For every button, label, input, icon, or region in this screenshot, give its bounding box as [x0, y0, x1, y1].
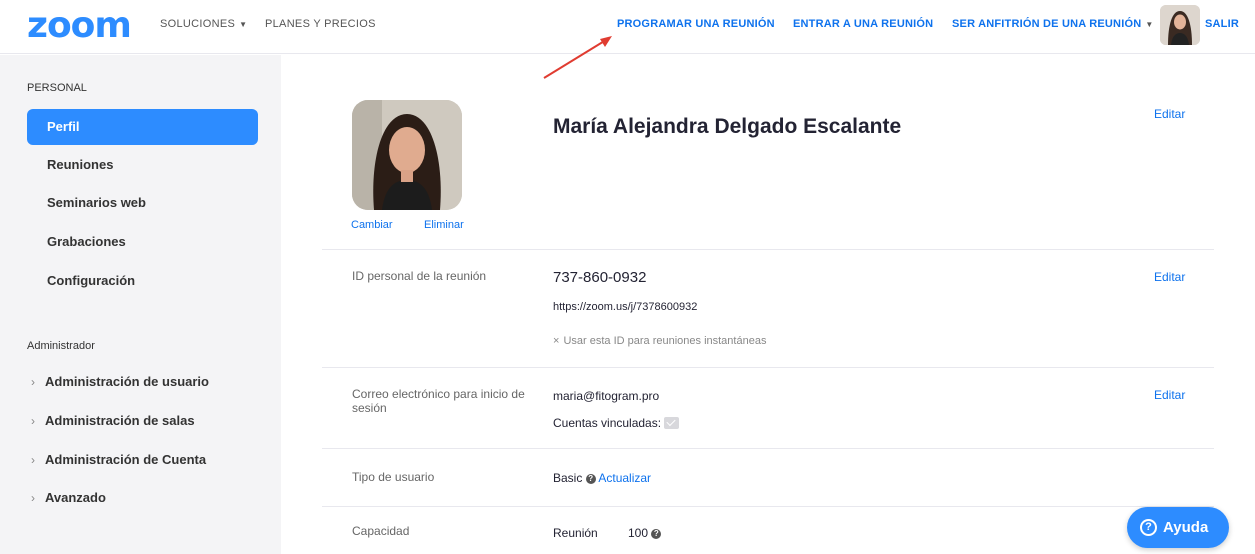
meeting-id-label: ID personal de la reunión [352, 269, 487, 283]
close-icon: × [553, 335, 560, 347]
plans-link[interactable]: PLANES Y PRECIOS [265, 18, 376, 30]
delete-photo-link[interactable]: Eliminar [424, 219, 464, 231]
profile-photo [352, 100, 462, 210]
sidebar-item-webinars[interactable]: Seminarios web [27, 185, 258, 221]
user-type-text: Basic [553, 471, 583, 485]
caret-down-icon: ▼ [239, 20, 248, 29]
host-meeting-menu[interactable]: SER ANFITRIÓN DE UNA REUNIÓN ▼ [952, 18, 1153, 30]
edit-name-link[interactable]: Editar [1154, 107, 1185, 121]
admin-section-header: Administrador [27, 340, 95, 352]
meeting-id-value: 737-860-0932 [553, 269, 647, 286]
sidebar: PERSONAL Perfil Reuniones Seminarios web… [0, 55, 281, 554]
sidebar-item-recordings[interactable]: Grabaciones [27, 224, 258, 260]
user-type-value: Basic ? Actualizar [553, 471, 651, 485]
user-name: María Alejandra Delgado Escalante [553, 115, 902, 138]
email-value: maria@fitogram.pro [553, 389, 660, 403]
email-label: Correo electrónico para inicio de sesión [352, 387, 525, 415]
sidebar-item-user-management[interactable]: › Administración de usuario [31, 374, 209, 389]
linked-accounts: Cuentas vinculadas: [553, 416, 680, 430]
divider [322, 367, 1214, 368]
sidebar-item-account-management[interactable]: › Administración de Cuenta [31, 452, 206, 467]
upgrade-link[interactable]: Actualizar [598, 471, 651, 485]
help-button[interactable]: ? Ayuda [1127, 507, 1229, 548]
help-label: Ayuda [1163, 519, 1209, 536]
meeting-url: https://zoom.us/j/7378600932 [553, 301, 698, 313]
instant-meeting-option-label: Usar esta ID para reuniones instantáneas [563, 335, 767, 347]
admin-item-label: Administración de usuario [45, 374, 209, 389]
zoom-logo[interactable]: zoom [27, 8, 132, 44]
capacity-meeting: 100 ? [628, 526, 662, 540]
instant-meeting-option[interactable]: × Usar esta ID para reuniones instantánea… [553, 335, 766, 347]
user-type-label: Tipo de usuario [352, 470, 435, 484]
admin-item-label: Avanzado [45, 490, 106, 505]
edit-email-link[interactable]: Editar [1154, 388, 1185, 402]
divider [322, 506, 1214, 507]
chevron-right-icon: › [31, 491, 35, 505]
edit-meeting-id-link[interactable]: Editar [1154, 270, 1185, 284]
capacity-meeting-value: 100 [628, 526, 649, 540]
admin-item-label: Administración de Cuenta [45, 452, 207, 467]
email-icon [664, 417, 680, 429]
divider [322, 249, 1214, 250]
sidebar-item-advanced[interactable]: › Avanzado [31, 490, 106, 505]
schedule-meeting-link[interactable]: PROGRAMAR UNA REUNIÓN [617, 18, 775, 30]
divider [322, 448, 1214, 449]
host-meeting-label: SER ANFITRIÓN DE UNA REUNIÓN [952, 18, 1142, 30]
change-photo-link[interactable]: Cambiar [351, 219, 393, 231]
sidebar-item-settings[interactable]: Configuración [27, 263, 258, 299]
chevron-right-icon: › [31, 414, 35, 428]
profile-main: Cambiar Eliminar María Alejandra Delgado… [282, 55, 1255, 554]
help-icon[interactable]: ? [651, 529, 662, 539]
admin-item-label: Administración de salas [45, 413, 195, 428]
linked-accounts-label: Cuentas vinculadas: [553, 416, 662, 430]
chevron-right-icon: › [31, 375, 35, 389]
personal-section-header: PERSONAL [27, 82, 87, 94]
sidebar-item-profile[interactable]: Perfil [27, 109, 258, 145]
user-avatar[interactable] [1160, 5, 1200, 45]
chevron-right-icon: › [31, 453, 35, 467]
help-icon[interactable]: ? [585, 474, 596, 484]
sidebar-item-meetings[interactable]: Reuniones [27, 147, 258, 183]
question-icon: ? [1140, 519, 1157, 536]
caret-down-icon: ▼ [1145, 20, 1154, 29]
solutions-menu[interactable]: SOLUCIONES ▼ [160, 18, 247, 30]
sign-out-link[interactable]: SALIR [1205, 18, 1239, 30]
capacity-label: Capacidad [352, 524, 410, 538]
capacity-meeting-label: Reunión [553, 526, 598, 540]
sidebar-item-room-management[interactable]: › Administración de salas [31, 413, 195, 428]
join-meeting-link[interactable]: ENTRAR A UNA REUNIÓN [793, 18, 933, 30]
top-navigation: zoom SOLUCIONES ▼ PLANES Y PRECIOS PROGRA… [0, 0, 1255, 54]
solutions-label: SOLUCIONES [160, 18, 236, 30]
